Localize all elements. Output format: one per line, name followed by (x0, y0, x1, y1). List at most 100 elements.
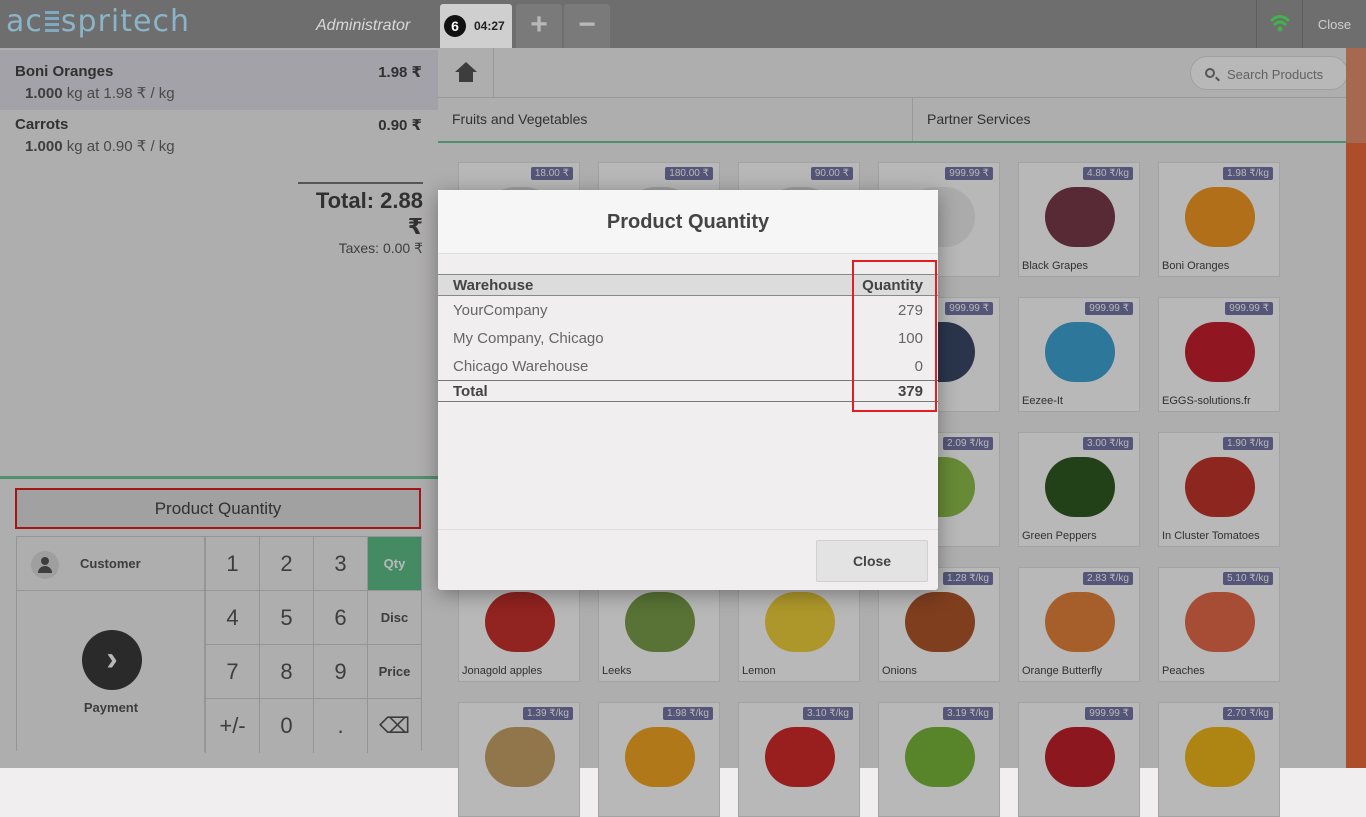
backspace-icon[interactable]: ⌫ (367, 699, 421, 753)
product-name: Onions (882, 665, 917, 677)
mode-price-button[interactable]: Price (367, 645, 421, 699)
product-tile[interactable]: 3.19 ₹/kg (878, 702, 1000, 817)
divider (438, 141, 1346, 143)
product-quantity-button[interactable]: Product Quantity (15, 488, 421, 529)
category-partner-services[interactable]: Partner Services (913, 98, 1346, 141)
price-tag: 999.99 ₹ (1085, 302, 1133, 315)
product-image (485, 727, 555, 787)
numpad-key-9[interactable]: 9 (313, 645, 367, 699)
category-fruits-vegetables[interactable]: Fruits and Vegetables (438, 98, 913, 141)
scrollbar-track[interactable] (1346, 143, 1366, 768)
product-tile[interactable]: 1.98 ₹/kg (598, 702, 720, 817)
quantity-highlight (852, 260, 937, 412)
price-tag: 999.99 ₹ (945, 167, 993, 180)
username[interactable]: Administrator (316, 17, 410, 35)
price-tag: 90.00 ₹ (810, 167, 853, 180)
dialog-title: Product Quantity (438, 190, 938, 254)
price-tag: 1.28 ₹/kg (943, 572, 993, 585)
divider (438, 529, 938, 530)
price-tag: 180.00 ₹ (665, 167, 713, 180)
scrollbar[interactable] (1346, 48, 1366, 143)
product-tile[interactable]: 2.70 ₹/kg (1158, 702, 1280, 817)
product-tile[interactable]: 999.99 ₹ (1018, 702, 1140, 817)
order-number: 6 (444, 15, 466, 37)
numpad-key-5[interactable]: 5 (259, 591, 313, 645)
price-tag: 5.10 ₹/kg (1223, 572, 1273, 585)
price-tag: 2.83 ₹/kg (1083, 572, 1133, 585)
search-input[interactable]: Search Products (1190, 56, 1348, 90)
product-quantity-dialog: Product Quantity Warehouse Quantity Your… (438, 190, 938, 590)
product-tile[interactable]: 3.00 ₹/kg Green Peppers (1018, 432, 1140, 547)
product-name: Boni Oranges (1162, 260, 1230, 272)
numpad-key-3[interactable]: 3 (313, 537, 367, 591)
numpad-key-1[interactable]: 1 (205, 537, 259, 591)
add-order-button[interactable]: + (516, 4, 562, 48)
product-image (1185, 457, 1255, 517)
company-logo: ac spritech (6, 4, 190, 39)
remove-order-button[interactable]: − (564, 4, 610, 48)
product-tile[interactable]: 1.98 ₹/kg Boni Oranges (1158, 162, 1280, 277)
product-image (765, 727, 835, 787)
numpad-key-0[interactable]: 0 (259, 699, 313, 753)
home-icon[interactable] (438, 48, 494, 98)
numpad-key-sign[interactable]: +/- (205, 699, 259, 753)
product-image (765, 592, 835, 652)
order-pane: Boni Oranges 1.98 ₹ 1.000 kg at 1.98 ₹ /… (0, 48, 438, 768)
product-tile[interactable]: 1.90 ₹/kg In Cluster Tomatoes (1158, 432, 1280, 547)
product-image (1185, 727, 1255, 787)
product-tile[interactable]: 5.10 ₹/kg Peaches (1158, 567, 1280, 682)
price-tag: 999.99 ₹ (945, 302, 993, 315)
numpad-key-8[interactable]: 8 (259, 645, 313, 699)
product-name: In Cluster Tomatoes (1162, 530, 1260, 542)
close-button[interactable]: Close (816, 540, 928, 582)
price-tag: 1.98 ₹/kg (1223, 167, 1273, 180)
numpad-key-4[interactable]: 4 (205, 591, 259, 645)
mode-qty-button[interactable]: Qty (367, 537, 421, 591)
product-name: Black Grapes (1022, 260, 1089, 272)
product-image (1185, 322, 1255, 382)
price-tag: 999.99 ₹ (1085, 707, 1133, 720)
numpad-key-6[interactable]: 6 (313, 591, 367, 645)
user-icon (31, 551, 59, 579)
order-taxes: Taxes: 0.00 ₹ (338, 240, 423, 256)
numpad-key-dot[interactable]: . (313, 699, 367, 753)
product-image (905, 592, 975, 652)
price-tag: 999.99 ₹ (1225, 302, 1273, 315)
numpad-key-2[interactable]: 2 (259, 537, 313, 591)
divider (0, 476, 438, 479)
order-totals: Total: 2.88 ₹ Taxes: 0.00 ₹ (298, 182, 423, 257)
product-tile[interactable]: 2.83 ₹/kg Orange Butterfly (1018, 567, 1140, 682)
customer-button[interactable]: Customer (17, 537, 205, 591)
numpad: Customer › Payment 1 2 3 Qty 4 5 6 Disc … (16, 536, 422, 753)
product-tile[interactable]: 999.99 ₹ EGGS-solutions.fr (1158, 297, 1280, 412)
product-name: Lemon (742, 665, 776, 677)
product-name: Jonagold apples (462, 665, 543, 677)
close-session-button[interactable]: Close (1302, 0, 1366, 48)
price-tag: 18.00 ₹ (530, 167, 573, 180)
product-image (1045, 322, 1115, 382)
price-tag: 2.70 ₹/kg (1223, 707, 1273, 720)
price-tag: 3.00 ₹/kg (1083, 437, 1133, 450)
product-tile[interactable]: 3.10 ₹/kg (738, 702, 860, 817)
order-line[interactable]: Carrots 0.90 ₹ 1.000 kg at 0.90 ₹ / kg (0, 103, 438, 163)
price-tag: 2.09 ₹/kg (943, 437, 993, 450)
mode-disc-button[interactable]: Disc (367, 591, 421, 645)
wifi-icon[interactable] (1256, 0, 1302, 48)
product-tile[interactable]: 999.99 ₹ Eezee-It (1018, 297, 1140, 412)
numpad-key-7[interactable]: 7 (205, 645, 259, 699)
order-tab[interactable]: 6 04:27 (440, 4, 512, 48)
order-line[interactable]: Boni Oranges 1.98 ₹ 1.000 kg at 1.98 ₹ /… (0, 50, 438, 110)
product-image (625, 592, 695, 652)
chevron-right-icon: › (82, 630, 142, 690)
product-tile[interactable]: 1.39 ₹/kg (458, 702, 580, 817)
product-name: Orange Butterfly (1022, 665, 1103, 677)
product-tile[interactable]: 4.80 ₹/kg Black Grapes (1018, 162, 1140, 277)
payment-button[interactable]: › Payment (17, 591, 205, 752)
price-tag: 1.90 ₹/kg (1223, 437, 1273, 450)
order-time: 04:27 (474, 19, 505, 33)
product-image (1045, 457, 1115, 517)
product-image (625, 727, 695, 787)
product-image (1185, 592, 1255, 652)
price-tag: 1.39 ₹/kg (523, 707, 573, 720)
product-name: Eezee-It (1022, 395, 1063, 407)
